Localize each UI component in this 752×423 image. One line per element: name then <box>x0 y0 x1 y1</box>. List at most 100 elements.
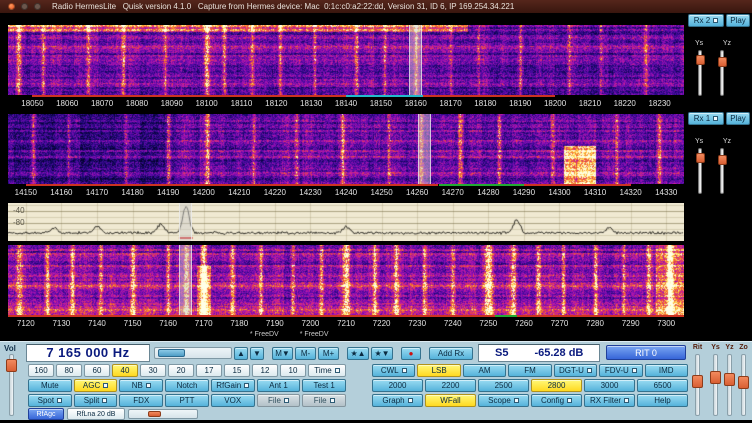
memory-delete-button[interactable]: M- <box>295 347 316 360</box>
button-notch[interactable]: Notch <box>165 379 209 392</box>
button-160[interactable]: 160 <box>28 364 54 377</box>
yz-slider[interactable] <box>724 354 735 416</box>
button-rfgain[interactable]: RfGain <box>211 379 255 392</box>
rflna-gain-slider[interactable] <box>128 409 198 419</box>
button-lsb[interactable]: LSB <box>417 364 460 377</box>
button-12[interactable]: 12 <box>252 364 278 377</box>
button-file-menu-indicator <box>284 398 289 403</box>
zo-slider[interactable] <box>738 354 749 416</box>
frequency-tick-label: 7270 <box>551 319 569 328</box>
rfagc-button[interactable]: RfAgc <box>28 408 64 420</box>
waterfall-17m-tuning-cursor[interactable] <box>409 25 422 95</box>
waterfall-20m-tuning-cursor[interactable] <box>418 114 431 184</box>
button-rx-filter[interactable]: RX Filter <box>584 394 635 407</box>
button-spot[interactable]: Spot <box>28 394 72 407</box>
rx1-yz-slider-handle[interactable] <box>718 155 727 165</box>
button-am[interactable]: AM <box>463 364 506 377</box>
button-vox[interactable]: VOX <box>211 394 255 407</box>
button-6500[interactable]: 6500 <box>637 379 688 392</box>
zo-slider-handle[interactable] <box>738 376 749 389</box>
rx2-ys-slider-handle[interactable] <box>696 55 705 65</box>
button-test-1[interactable]: Test 1 <box>302 379 346 392</box>
button-wfall[interactable]: WFall <box>425 394 476 407</box>
button-fdx[interactable]: FDX <box>119 394 163 407</box>
waterfall-20m-scale[interactable]: 1415014160141701418014190142001421014220… <box>8 184 684 199</box>
rx1-ys-slider[interactable] <box>696 148 705 194</box>
add-rx-button[interactable]: Add Rx <box>429 347 473 360</box>
tuning-slider-handle[interactable] <box>158 349 185 357</box>
button-17[interactable]: 17 <box>196 364 222 377</box>
waterfall-40m-tuning-cursor[interactable] <box>179 245 192 315</box>
button-scope[interactable]: Scope <box>478 394 529 407</box>
button-2800[interactable]: 2800 <box>531 379 582 392</box>
button-fdv-u[interactable]: FDV-U <box>599 364 642 377</box>
memory-add-button[interactable]: M+ <box>318 347 339 360</box>
graph-tuning-cursor[interactable] <box>179 203 192 241</box>
rx1-ys-slider-handle[interactable] <box>696 153 705 163</box>
button-nb[interactable]: NB <box>119 379 163 392</box>
rx2-play-button[interactable]: Play <box>726 14 750 27</box>
button-time[interactable]: Time <box>308 364 346 377</box>
rit-slider-handle[interactable] <box>692 375 703 388</box>
freq-step-up-button[interactable]: ▲ <box>234 347 248 360</box>
rx2-button[interactable]: Rx 2 <box>688 14 724 27</box>
record-button[interactable]: ● <box>401 347 421 360</box>
button-2000[interactable]: 2000 <box>372 379 423 392</box>
button-ptt[interactable]: PTT <box>165 394 209 407</box>
button-scope-label: Scope <box>488 396 511 405</box>
waterfall-40m-scale[interactable]: 7120713071407150716071707180719072007210… <box>8 315 684 330</box>
rx2-yz-slider-handle[interactable] <box>718 57 727 67</box>
window-maximize-button[interactable] <box>34 3 41 10</box>
favorites-up-button[interactable]: ★▲ <box>347 347 369 360</box>
button-dgt-u[interactable]: DGT-U <box>554 364 597 377</box>
rx1-button[interactable]: Rx 1 <box>688 112 724 125</box>
rx2-ys-slider[interactable] <box>696 50 705 96</box>
spectrum-graph[interactable] <box>8 203 684 241</box>
volume-slider[interactable] <box>6 354 17 416</box>
rx2-yz-slider[interactable] <box>718 50 727 96</box>
button-30[interactable]: 30 <box>140 364 166 377</box>
rit-slider[interactable] <box>692 354 703 416</box>
waterfall-17m[interactable] <box>8 25 684 95</box>
button-80[interactable]: 80 <box>56 364 82 377</box>
rx1-yz-slider[interactable] <box>718 148 727 194</box>
ys-slider-handle[interactable] <box>710 371 721 384</box>
button-help[interactable]: Help <box>637 394 688 407</box>
frequency-display[interactable]: 7 165 000 Hz <box>26 344 150 362</box>
volume-slider-handle[interactable] <box>6 359 17 372</box>
waterfall-40m[interactable] <box>8 245 684 315</box>
button-15[interactable]: 15 <box>224 364 250 377</box>
button-40[interactable]: 40 <box>112 364 138 377</box>
freq-step-down-button[interactable]: ▼ <box>250 347 264 360</box>
button-graph[interactable]: Graph <box>372 394 423 407</box>
waterfall-17m-scale[interactable]: 1805018060180701808018090181001811018120… <box>8 95 684 110</box>
button-config[interactable]: Config <box>531 394 582 407</box>
memory-popup-button[interactable]: M▼ <box>272 347 293 360</box>
button-20[interactable]: 20 <box>168 364 194 377</box>
button-fm[interactable]: FM <box>508 364 551 377</box>
ys-slider[interactable] <box>710 354 721 416</box>
button-2200[interactable]: 2200 <box>425 379 476 392</box>
window-minimize-button[interactable] <box>21 3 28 10</box>
button-2500[interactable]: 2500 <box>478 379 529 392</box>
frequency-tick-label: 18170 <box>439 99 461 108</box>
button-split[interactable]: Split <box>74 394 118 407</box>
rx1-play-button[interactable]: Play <box>726 112 750 125</box>
button-file-2[interactable]: File <box>302 394 346 407</box>
rflna-gain-slider-handle[interactable] <box>148 411 161 417</box>
button-3000[interactable]: 3000 <box>584 379 635 392</box>
tuning-slider[interactable] <box>154 347 232 359</box>
button-mute[interactable]: Mute <box>28 379 72 392</box>
button-60[interactable]: 60 <box>84 364 110 377</box>
rit-button[interactable]: RIT 0 <box>606 345 686 360</box>
button-ant-1[interactable]: Ant 1 <box>257 379 301 392</box>
button-imd[interactable]: IMD <box>645 364 688 377</box>
yz-slider-handle[interactable] <box>724 373 735 386</box>
button-file[interactable]: File <box>257 394 301 407</box>
button-agc[interactable]: AGC <box>74 379 118 392</box>
button-cwl[interactable]: CWL <box>372 364 415 377</box>
button-10[interactable]: 10 <box>280 364 306 377</box>
favorites-down-button[interactable]: ★▼ <box>371 347 393 360</box>
waterfall-20m[interactable] <box>8 114 684 184</box>
window-close-button[interactable] <box>8 3 15 10</box>
